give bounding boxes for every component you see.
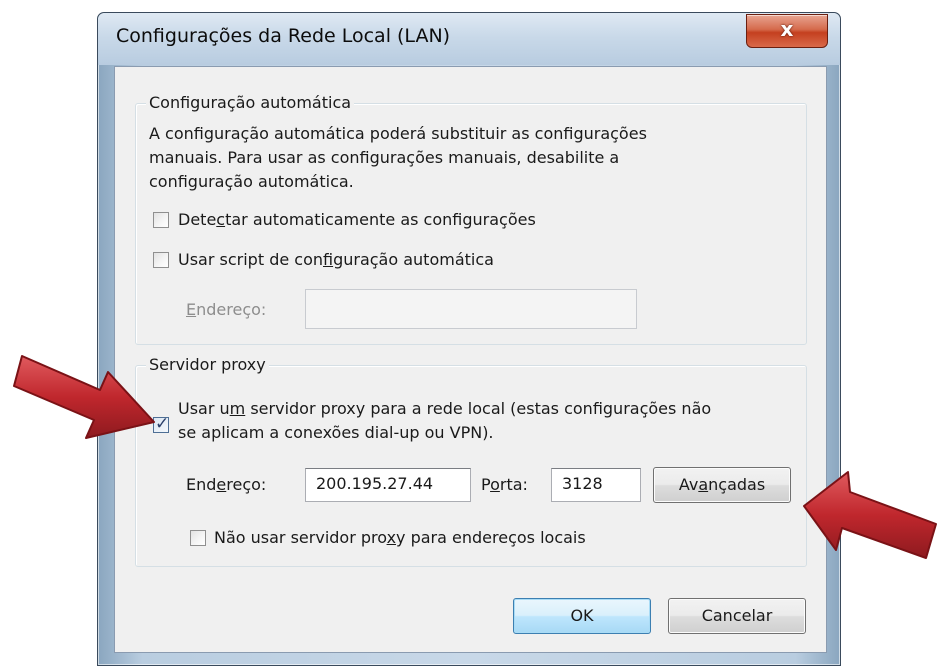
bypass-local-label-part: y para endereços locais — [396, 528, 586, 547]
use-proxy-label-accel: m — [229, 399, 246, 418]
use-proxy-label-line2[interactable]: se aplicam a conexões dial-up ou VPN). — [178, 422, 494, 443]
detect-settings-label-accel: c — [216, 210, 226, 229]
detect-settings-checkbox[interactable] — [153, 212, 169, 228]
bypass-local-label-part: Não usar servidor pro — [214, 528, 387, 547]
ok-button[interactable]: OK — [513, 598, 651, 634]
proxy-port-label-part: P — [481, 475, 491, 494]
advanced-button-label-part: Av — [678, 475, 699, 494]
auto-config-script-label-part: iguração automática — [333, 250, 494, 269]
auto-config-description-line2: manuais. Para usar as configurações manu… — [149, 148, 620, 167]
detect-settings-label-part: Dete — [178, 210, 217, 229]
use-proxy-label-line1[interactable]: Usar um servidor proxy para a rede local… — [178, 398, 711, 419]
bypass-local-checkbox[interactable] — [190, 530, 206, 546]
proxy-port-label-accel: o — [490, 475, 500, 494]
proxy-group-title: Servidor proxy — [146, 355, 269, 375]
close-icon: x — [780, 17, 794, 41]
detect-settings-label-part: tar automaticamente as configurações — [225, 210, 536, 229]
right-arrow-icon — [803, 471, 937, 559]
proxy-port-input[interactable]: 3128 — [551, 468, 641, 502]
proxy-address-input[interactable]: 200.195.27.44 — [305, 468, 471, 502]
auto-config-description-line3: configuração automática. — [149, 172, 354, 191]
auto-config-script-checkbox[interactable] — [153, 252, 169, 268]
detect-settings-label[interactable]: Detectar automaticamente as configuraçõe… — [178, 209, 536, 230]
auto-config-description-line1: A configuração automática poderá substit… — [149, 124, 647, 143]
close-button[interactable]: x — [746, 14, 828, 48]
title-bar[interactable]: Configurações da Rede Local (LAN) x — [98, 13, 840, 65]
bypass-local-label-accel: x — [386, 528, 397, 547]
auto-config-group-title: Configuração automática — [146, 93, 355, 113]
bypass-local-label[interactable]: Não usar servidor proxy para endereços l… — [214, 527, 586, 548]
advanced-button[interactable]: Avançadas — [653, 467, 791, 503]
left-arrow-icon — [13, 355, 155, 439]
auto-config-script-label[interactable]: Usar script de configuração automática — [178, 249, 494, 270]
proxy-address-label-part: reço: — [226, 475, 267, 494]
proxy-address-label-accel: e — [216, 475, 227, 494]
use-proxy-label-part: servidor proxy para a rede local (estas … — [245, 399, 712, 418]
use-proxy-label-part: Usar u — [178, 399, 230, 418]
auto-config-address-label: Endereço: — [186, 299, 266, 320]
auto-config-address-label-accel: E — [186, 300, 197, 319]
dialog-client-area: Configuração automática A configuração a… — [114, 66, 827, 653]
advanced-button-label-accel: a — [698, 475, 709, 494]
auto-config-script-label-part: Usar script de con — [178, 250, 323, 269]
proxy-port-label-part: rta: — [499, 475, 528, 494]
auto-config-address-input[interactable] — [305, 289, 637, 329]
auto-config-script-label-accel: f — [323, 250, 334, 269]
cancel-button[interactable]: Cancelar — [668, 598, 806, 634]
window-title: Configurações da Rede Local (LAN) — [116, 25, 451, 47]
proxy-address-label-part: End — [186, 475, 217, 494]
proxy-address-label: Endereço: — [186, 474, 266, 495]
advanced-button-label-part: nçadas — [708, 475, 766, 494]
proxy-port-label: Porta: — [481, 474, 528, 495]
dialog-window: Configurações da Rede Local (LAN) x Conf… — [97, 12, 841, 666]
auto-config-address-label-part: ndereço: — [196, 300, 267, 319]
